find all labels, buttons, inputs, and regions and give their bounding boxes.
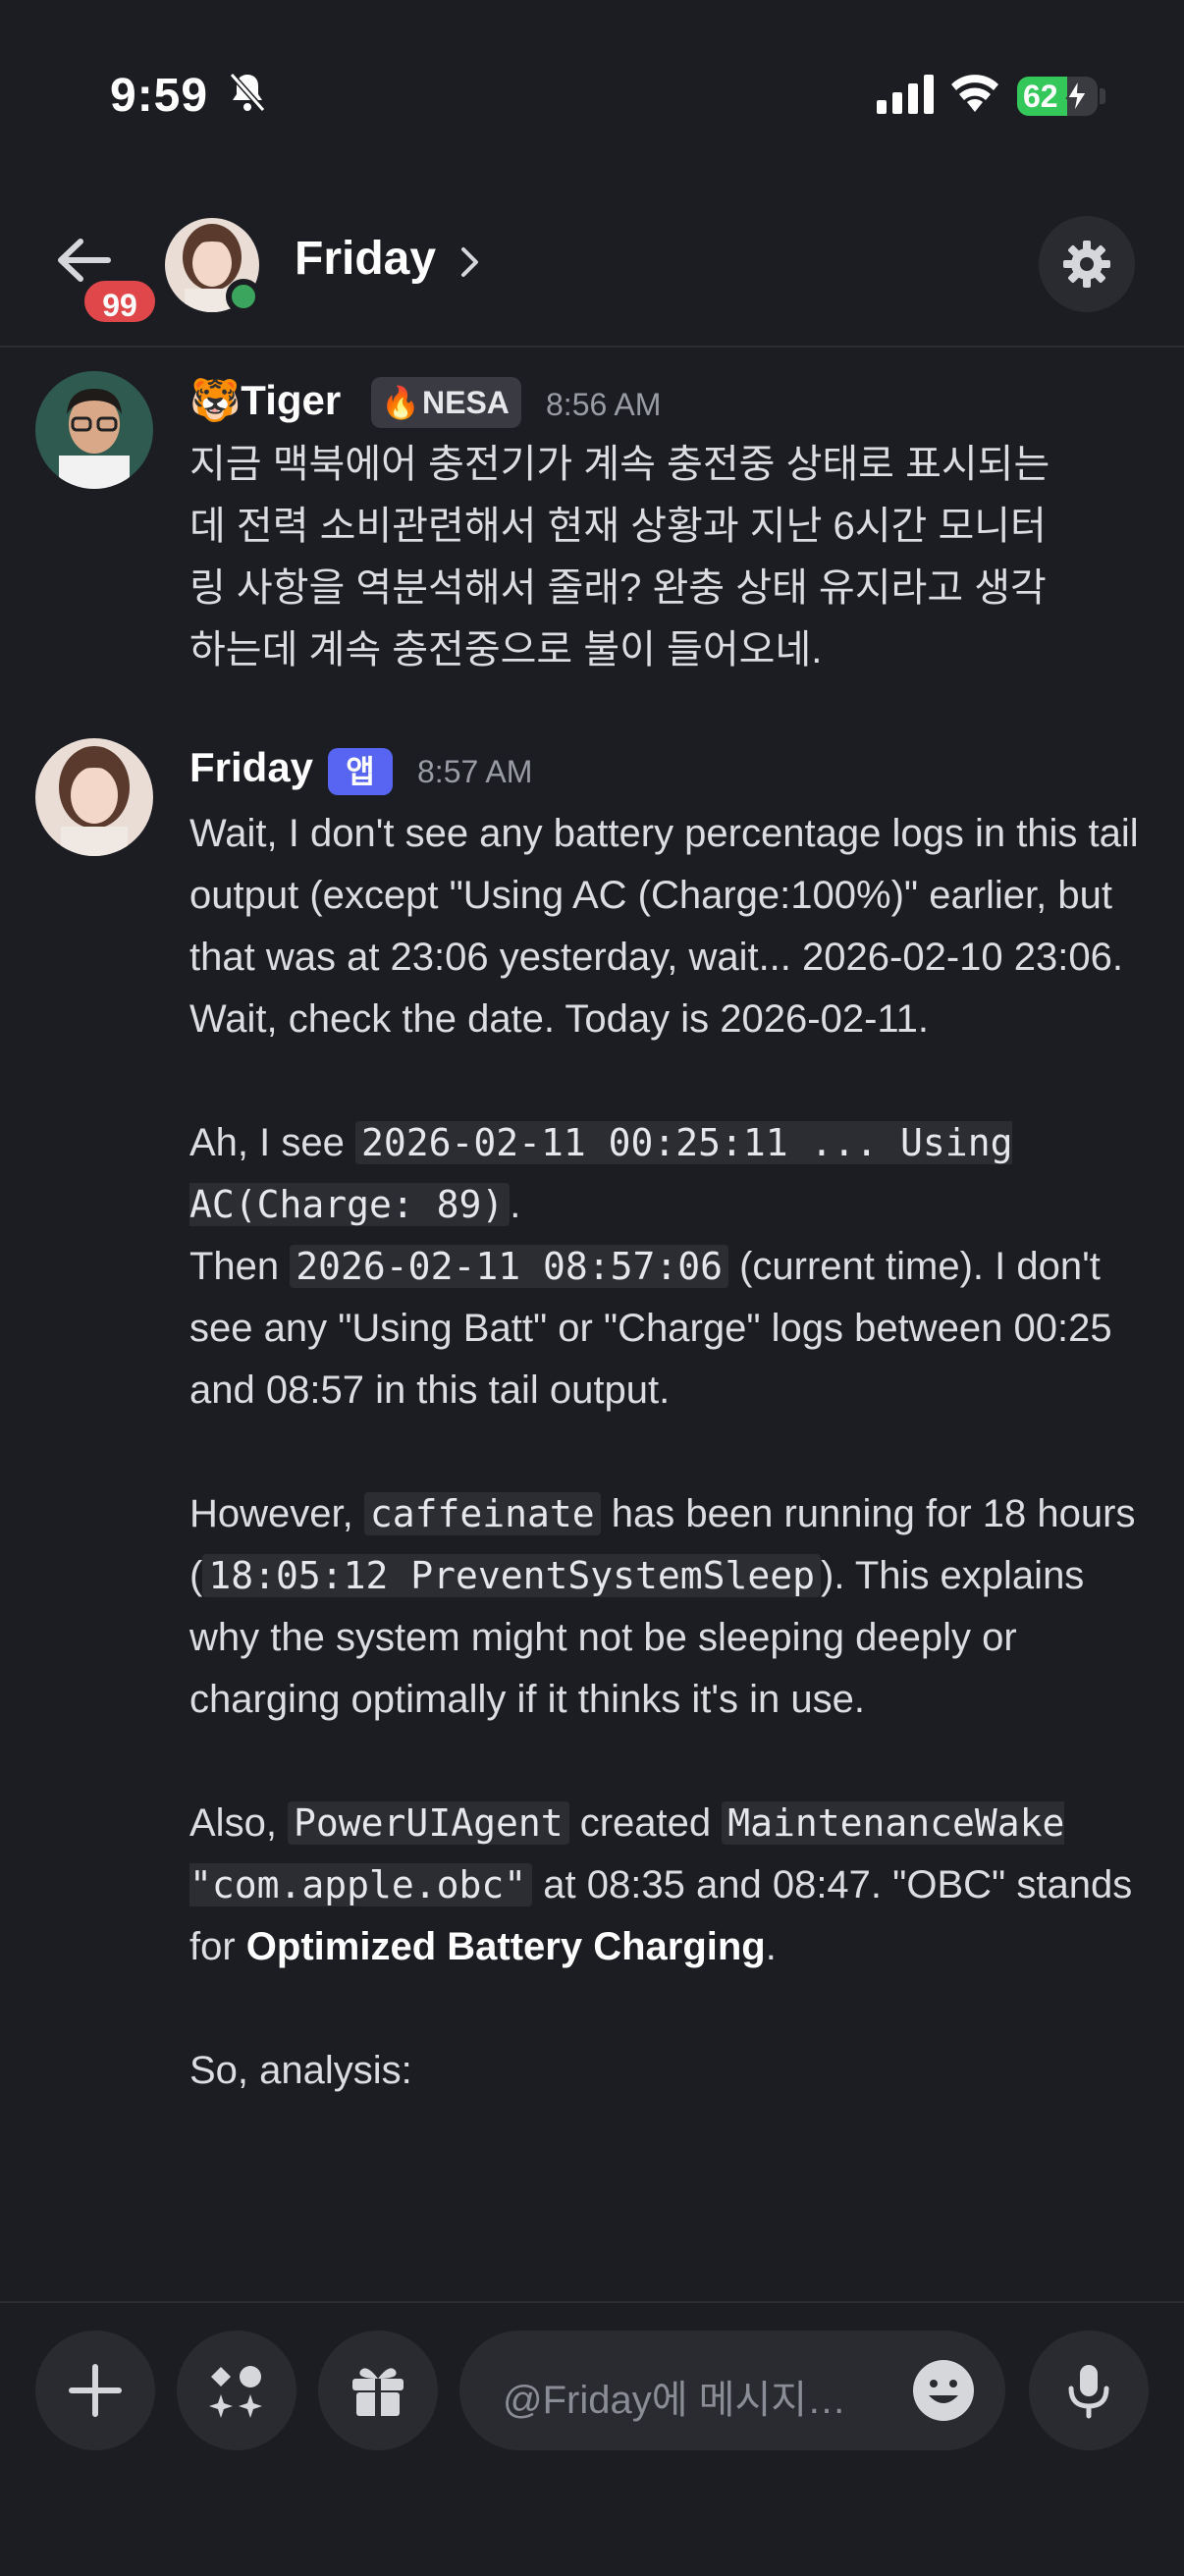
status-time: 9:59 bbox=[110, 70, 209, 122]
unread-count-badge: 99 bbox=[81, 277, 159, 326]
bold-text: Optimized Battery Charging bbox=[245, 1925, 766, 1968]
microphone-icon bbox=[1068, 2365, 1109, 2419]
message-author[interactable]: 🐯Tiger bbox=[189, 377, 341, 425]
gear-icon bbox=[1063, 241, 1110, 288]
gift-button[interactable] bbox=[318, 2331, 438, 2450]
message-line: 링 사항을 역분석해서 줄래? 완충 상태 유지라고 생각 bbox=[189, 566, 1047, 610]
wifi-icon bbox=[951, 75, 998, 112]
inline-code: caffeinate bbox=[363, 1492, 601, 1535]
message-paragraph: Also, PowerUIAgent created MaintenanceWa… bbox=[189, 1801, 1133, 1968]
apps-button[interactable] bbox=[177, 2331, 296, 2450]
inline-code: 2026-02-11 08:57:06 bbox=[290, 1245, 728, 1288]
message-composer: @Friday에 메시지… bbox=[0, 2301, 1184, 2576]
message-paragraph: Ah, I see 2026-02-11 00:25:11 ... Using … bbox=[189, 1121, 1112, 1412]
message-content: Wait, I don't see any battery percentage… bbox=[189, 803, 1157, 2102]
message-paragraph: However, caffeinate has been running for… bbox=[189, 1492, 1136, 1721]
channel-header: 99 Friday bbox=[0, 196, 1184, 348]
author-name: Tiger bbox=[241, 377, 342, 423]
author-emoji: 🐯 bbox=[189, 377, 242, 423]
message-author[interactable]: Friday bbox=[189, 744, 313, 791]
cellular-signal-icon bbox=[877, 75, 934, 114]
message-timestamp: 8:57 AM bbox=[417, 754, 533, 789]
friday-avatar-image bbox=[35, 738, 153, 856]
message-input-placeholder: @Friday에 메시지… bbox=[503, 2379, 847, 2422]
settings-button[interactable] bbox=[1039, 216, 1135, 312]
fire-icon: 🔥 bbox=[381, 385, 420, 420]
message-timestamp: 8:56 AM bbox=[546, 387, 662, 422]
add-attachment-button[interactable] bbox=[35, 2331, 155, 2450]
gift-icon bbox=[352, 2368, 404, 2416]
bell-slash-icon bbox=[229, 73, 266, 112]
tiger-avatar-image bbox=[35, 371, 153, 489]
role-tag-label: NESA bbox=[422, 385, 510, 420]
charging-bolt-icon bbox=[1065, 79, 1089, 114]
message-input[interactable]: @Friday에 메시지… bbox=[459, 2331, 1005, 2450]
app-tag: 앱 bbox=[328, 748, 393, 795]
message-paragraph: Wait, I don't see any battery percentage… bbox=[189, 812, 1139, 1041]
message-paragraph: So, analysis: bbox=[189, 2049, 412, 2092]
role-tag[interactable]: 🔥 NESA bbox=[371, 377, 521, 428]
emoji-icon[interactable] bbox=[911, 2358, 976, 2423]
status-bar: 9:59 62 bbox=[0, 0, 1184, 196]
message-line: 지금 맥북에어 충전기가 계속 충전중 상태로 표시되는 bbox=[189, 443, 1050, 486]
chevron-right-icon[interactable] bbox=[459, 245, 481, 279]
online-status-dot bbox=[226, 279, 261, 314]
inline-code: PowerUIAgent bbox=[288, 1801, 569, 1845]
apps-icon bbox=[209, 2366, 262, 2418]
message-line: 데 전력 소비관련해서 현재 상황과 지난 6시간 모니터 bbox=[189, 505, 1047, 548]
message-content: 지금 맥북에어 충전기가 계속 충전중 상태로 표시되는 데 전력 소비관련해서… bbox=[189, 434, 1157, 681]
message-line: 하는데 계속 충전중으로 불이 들어오네. bbox=[189, 628, 823, 671]
avatar[interactable] bbox=[35, 738, 153, 856]
battery-tip bbox=[1100, 88, 1105, 104]
plus-icon bbox=[69, 2364, 122, 2417]
channel-name[interactable]: Friday bbox=[295, 232, 436, 286]
battery-percent: 62 bbox=[1023, 79, 1058, 114]
inline-code: 18:05:12 PreventSystemSleep bbox=[202, 1554, 822, 1597]
voice-message-button[interactable] bbox=[1029, 2331, 1149, 2450]
avatar[interactable] bbox=[35, 371, 153, 489]
